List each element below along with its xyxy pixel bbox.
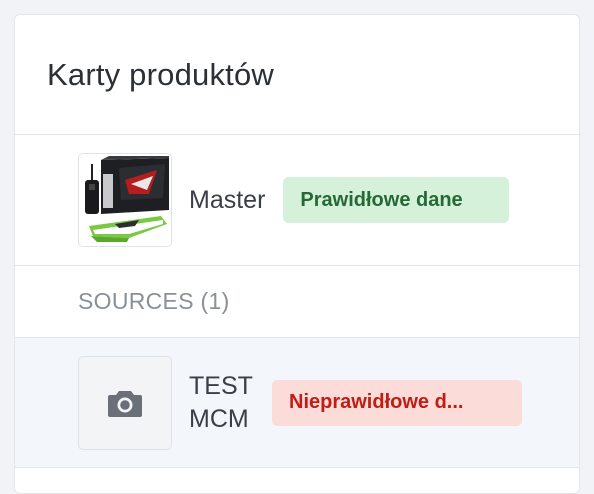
- source-product-row[interactable]: TEST MCM Nieprawidłowe d...: [15, 338, 579, 468]
- panel-header: Karty produktów: [15, 15, 579, 135]
- sources-section-header: SOURCES (1): [15, 266, 579, 338]
- camera-icon: [108, 390, 142, 417]
- master-product-row[interactable]: Master Prawidłowe dane: [15, 135, 579, 266]
- source-name: TEST MCM: [189, 372, 253, 433]
- master-status-badge: Prawidłowe dane: [283, 177, 510, 223]
- panel-title: Karty produktów: [47, 56, 274, 92]
- master-name: Master: [189, 185, 266, 214]
- source-status-badge: Nieprawidłowe d...: [272, 379, 522, 426]
- source-thumbnail[interactable]: [78, 355, 172, 450]
- sources-section-label: SOURCES (1): [78, 288, 230, 314]
- product-cards-panel: Karty produktów Master Prawidłowe dane S…: [14, 14, 580, 494]
- master-thumbnail[interactable]: [78, 153, 172, 247]
- rc-boat-product-photo: [79, 154, 171, 246]
